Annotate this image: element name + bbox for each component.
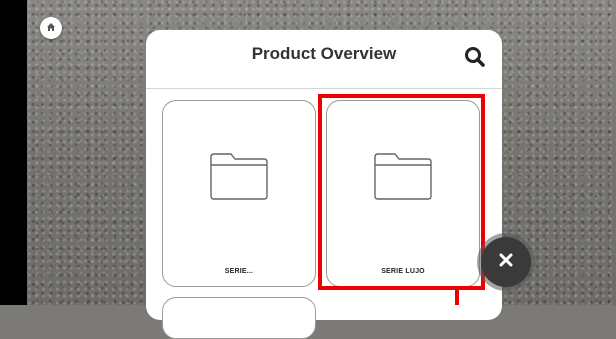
search-icon <box>462 47 488 74</box>
highlight-pointer <box>455 290 459 305</box>
header-divider <box>146 88 502 89</box>
close-icon <box>498 252 514 273</box>
product-card-serie[interactable]: SERIE... <box>162 100 316 287</box>
product-card-partial[interactable] <box>162 297 316 339</box>
left-edge-bar <box>0 0 27 305</box>
home-icon <box>46 19 56 37</box>
home-button[interactable] <box>40 17 62 39</box>
panel-title: Product Overview <box>251 44 397 63</box>
card-label: SERIE... <box>224 268 254 275</box>
folder-icon <box>209 151 269 201</box>
search-button[interactable] <box>462 44 488 70</box>
selection-highlight <box>318 94 485 290</box>
close-button[interactable] <box>481 237 531 287</box>
